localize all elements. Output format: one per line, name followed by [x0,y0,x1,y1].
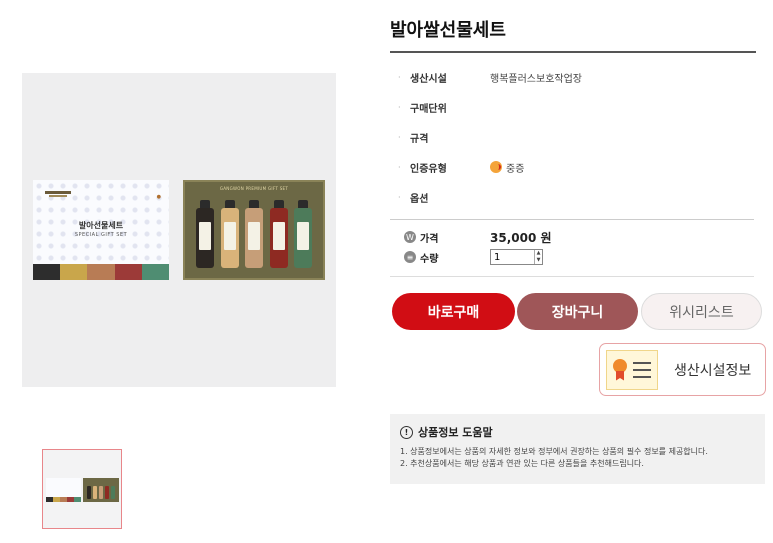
buy-now-button[interactable]: 바로구매 [392,293,515,330]
product-title: 발아쌀선물세트 [390,20,506,41]
spec-key: 옵션 [410,193,429,205]
bottle [195,200,215,268]
stripe [60,264,88,280]
stripe [33,264,61,280]
stripe [46,497,53,502]
bullet-icon: · [398,102,401,112]
thumbnail-tray [83,478,119,502]
spec-key: 인증유형 [410,163,447,175]
lid-title: 발아선물세트 [78,221,124,230]
quantity-label: 수량 [420,253,439,265]
product-help-box: ! 상품정보 도움말 1. 상품정보에서는 상품의 자세한 정보와 정부에서 권… [390,414,765,484]
stripe [141,264,169,280]
spec-row: · 생산시설 행복플러스보호작업장 [398,62,748,92]
product-main-image: ● 발아선물세트 SPECIAL GIFT SET GANGWON PREMIU… [22,73,336,387]
bullet-icon: · [398,162,401,172]
help-title-text: 상품정보 도움말 [418,426,493,439]
bottle [105,486,109,499]
spec-value-text: 중증 [506,163,525,175]
help-line: 1. 상품정보에서는 상품의 자세한 정보와 정부에서 권장하는 상품의 필수 … [400,447,708,456]
bullet-icon: · [398,192,401,202]
title-divider [390,51,756,53]
info-icon: ! [400,425,413,439]
lid-color-stripes [33,264,169,280]
stripe [87,264,115,280]
bottle [269,200,289,268]
bottle [99,486,103,499]
lid-subtitle: SPECIAL GIFT SET [74,232,128,238]
price-label: 가격 [420,233,439,245]
spec-row: · 규격 [398,122,748,152]
spec-divider [390,219,754,220]
bottle [293,200,313,268]
bottle [93,486,97,499]
price-row: W 가격 35,000 원 [404,229,552,245]
help-line: 2. 추천상품에서는 해당 상품과 연관 있는 다른 상품들을 추천해드립니다. [400,459,644,468]
increment-icon[interactable]: ▲ [535,250,542,257]
won-icon: W [404,231,416,243]
facility-info-button[interactable]: 생산시설정보 [599,343,766,396]
spec-value-text: 행복플러스보호작업장 [490,73,582,85]
quantity-icon: ≡ [404,251,416,263]
stripe [60,497,67,502]
wishlist-button[interactable]: 위시리스트 [641,293,762,330]
bottle [244,200,264,268]
gift-box-tray: GANGWON PREMIUM GIFT SET [183,180,325,280]
spec-key: 규격 [410,133,429,145]
stripe [53,497,60,502]
spec-value: 중증 [490,160,524,175]
bullet-icon: · [398,132,401,142]
certification-icon [490,161,502,173]
stripe [114,264,142,280]
bottle [87,486,91,499]
thumbnail-lid [46,478,81,502]
tray-label: GANGWON PREMIUM GIFT SET [219,186,289,191]
gift-box-lid: ● 발아선물세트 SPECIAL GIFT SET [33,180,169,280]
spec-value: 행복플러스보호작업장 [490,70,582,85]
price-value: 35,000 원 [490,230,552,245]
spec-key: 구매단위 [410,103,447,115]
bottle-row [195,200,313,268]
product-thumbnail[interactable] [42,449,122,529]
spec-list: · 생산시설 행복플러스보호작업장 · 구매단위 · 규격 · 인증유형 중증 · 옵션 [398,62,748,212]
quantity-spinner[interactable]: ▲ ▼ [534,250,542,264]
bullet-icon: · [398,72,401,82]
certificate-icon [606,349,658,390]
decrement-icon[interactable]: ▼ [535,257,542,264]
spec-key: 생산시설 [410,73,447,85]
spec-row: · 옵션 [398,182,748,212]
stripe [67,497,74,502]
quantity-input[interactable] [491,250,534,264]
stripe [74,497,81,502]
help-title: ! 상품정보 도움말 [400,424,755,440]
quantity-stepper[interactable]: ▲ ▼ [490,249,543,265]
thumbnail-stripes [46,497,81,502]
brand-logo-icon [45,191,71,197]
price-divider [390,276,754,277]
quantity-row: ≡ 수량 ▲ ▼ [404,249,543,265]
facility-info-label: 생산시설정보 [674,362,752,379]
bottle [220,200,240,268]
bottle [111,486,115,499]
lid-brand-mark: ● [156,194,161,200]
spec-row: · 인증유형 중증 [398,152,748,182]
spec-row: · 구매단위 [398,92,748,122]
add-to-cart-button[interactable]: 장바구니 [517,293,638,330]
